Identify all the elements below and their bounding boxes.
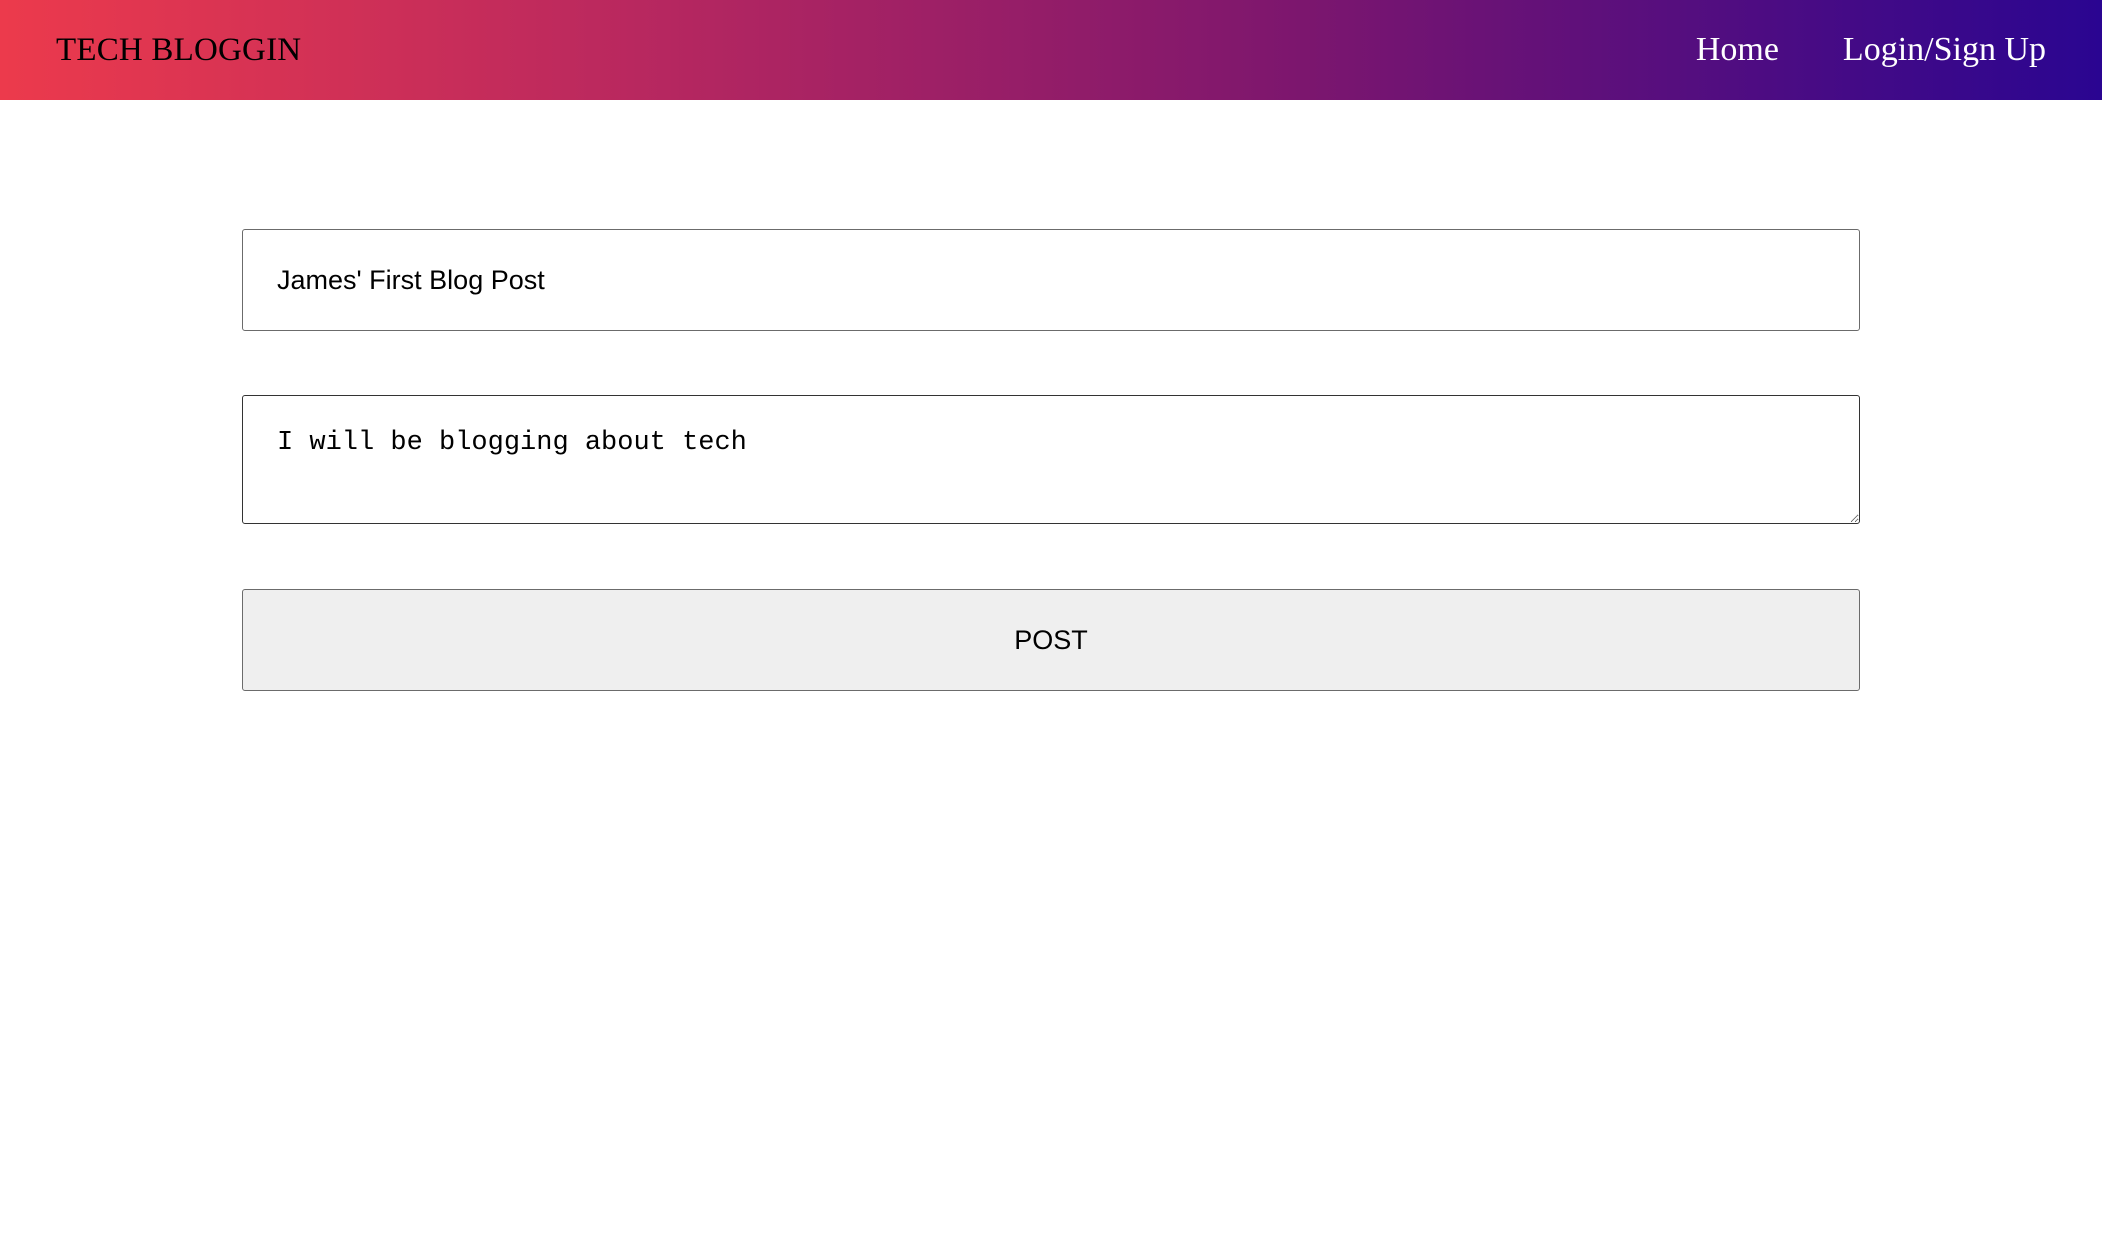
new-post-form: I will be blogging about tech POST xyxy=(242,229,1860,691)
nav-links: Home Login/Sign Up xyxy=(1696,0,2046,100)
post-submit-button[interactable]: POST xyxy=(242,589,1860,691)
nav-login-signup-link[interactable]: Login/Sign Up xyxy=(1843,31,2046,69)
post-body-textarea[interactable]: I will be blogging about tech xyxy=(242,395,1860,524)
brand-logo-link[interactable]: TECH BLOGGIN xyxy=(56,0,301,100)
navbar: TECH BLOGGIN Home Login/Sign Up xyxy=(0,0,2102,100)
nav-home-link[interactable]: Home xyxy=(1696,31,1779,69)
post-title-input[interactable] xyxy=(242,229,1860,331)
